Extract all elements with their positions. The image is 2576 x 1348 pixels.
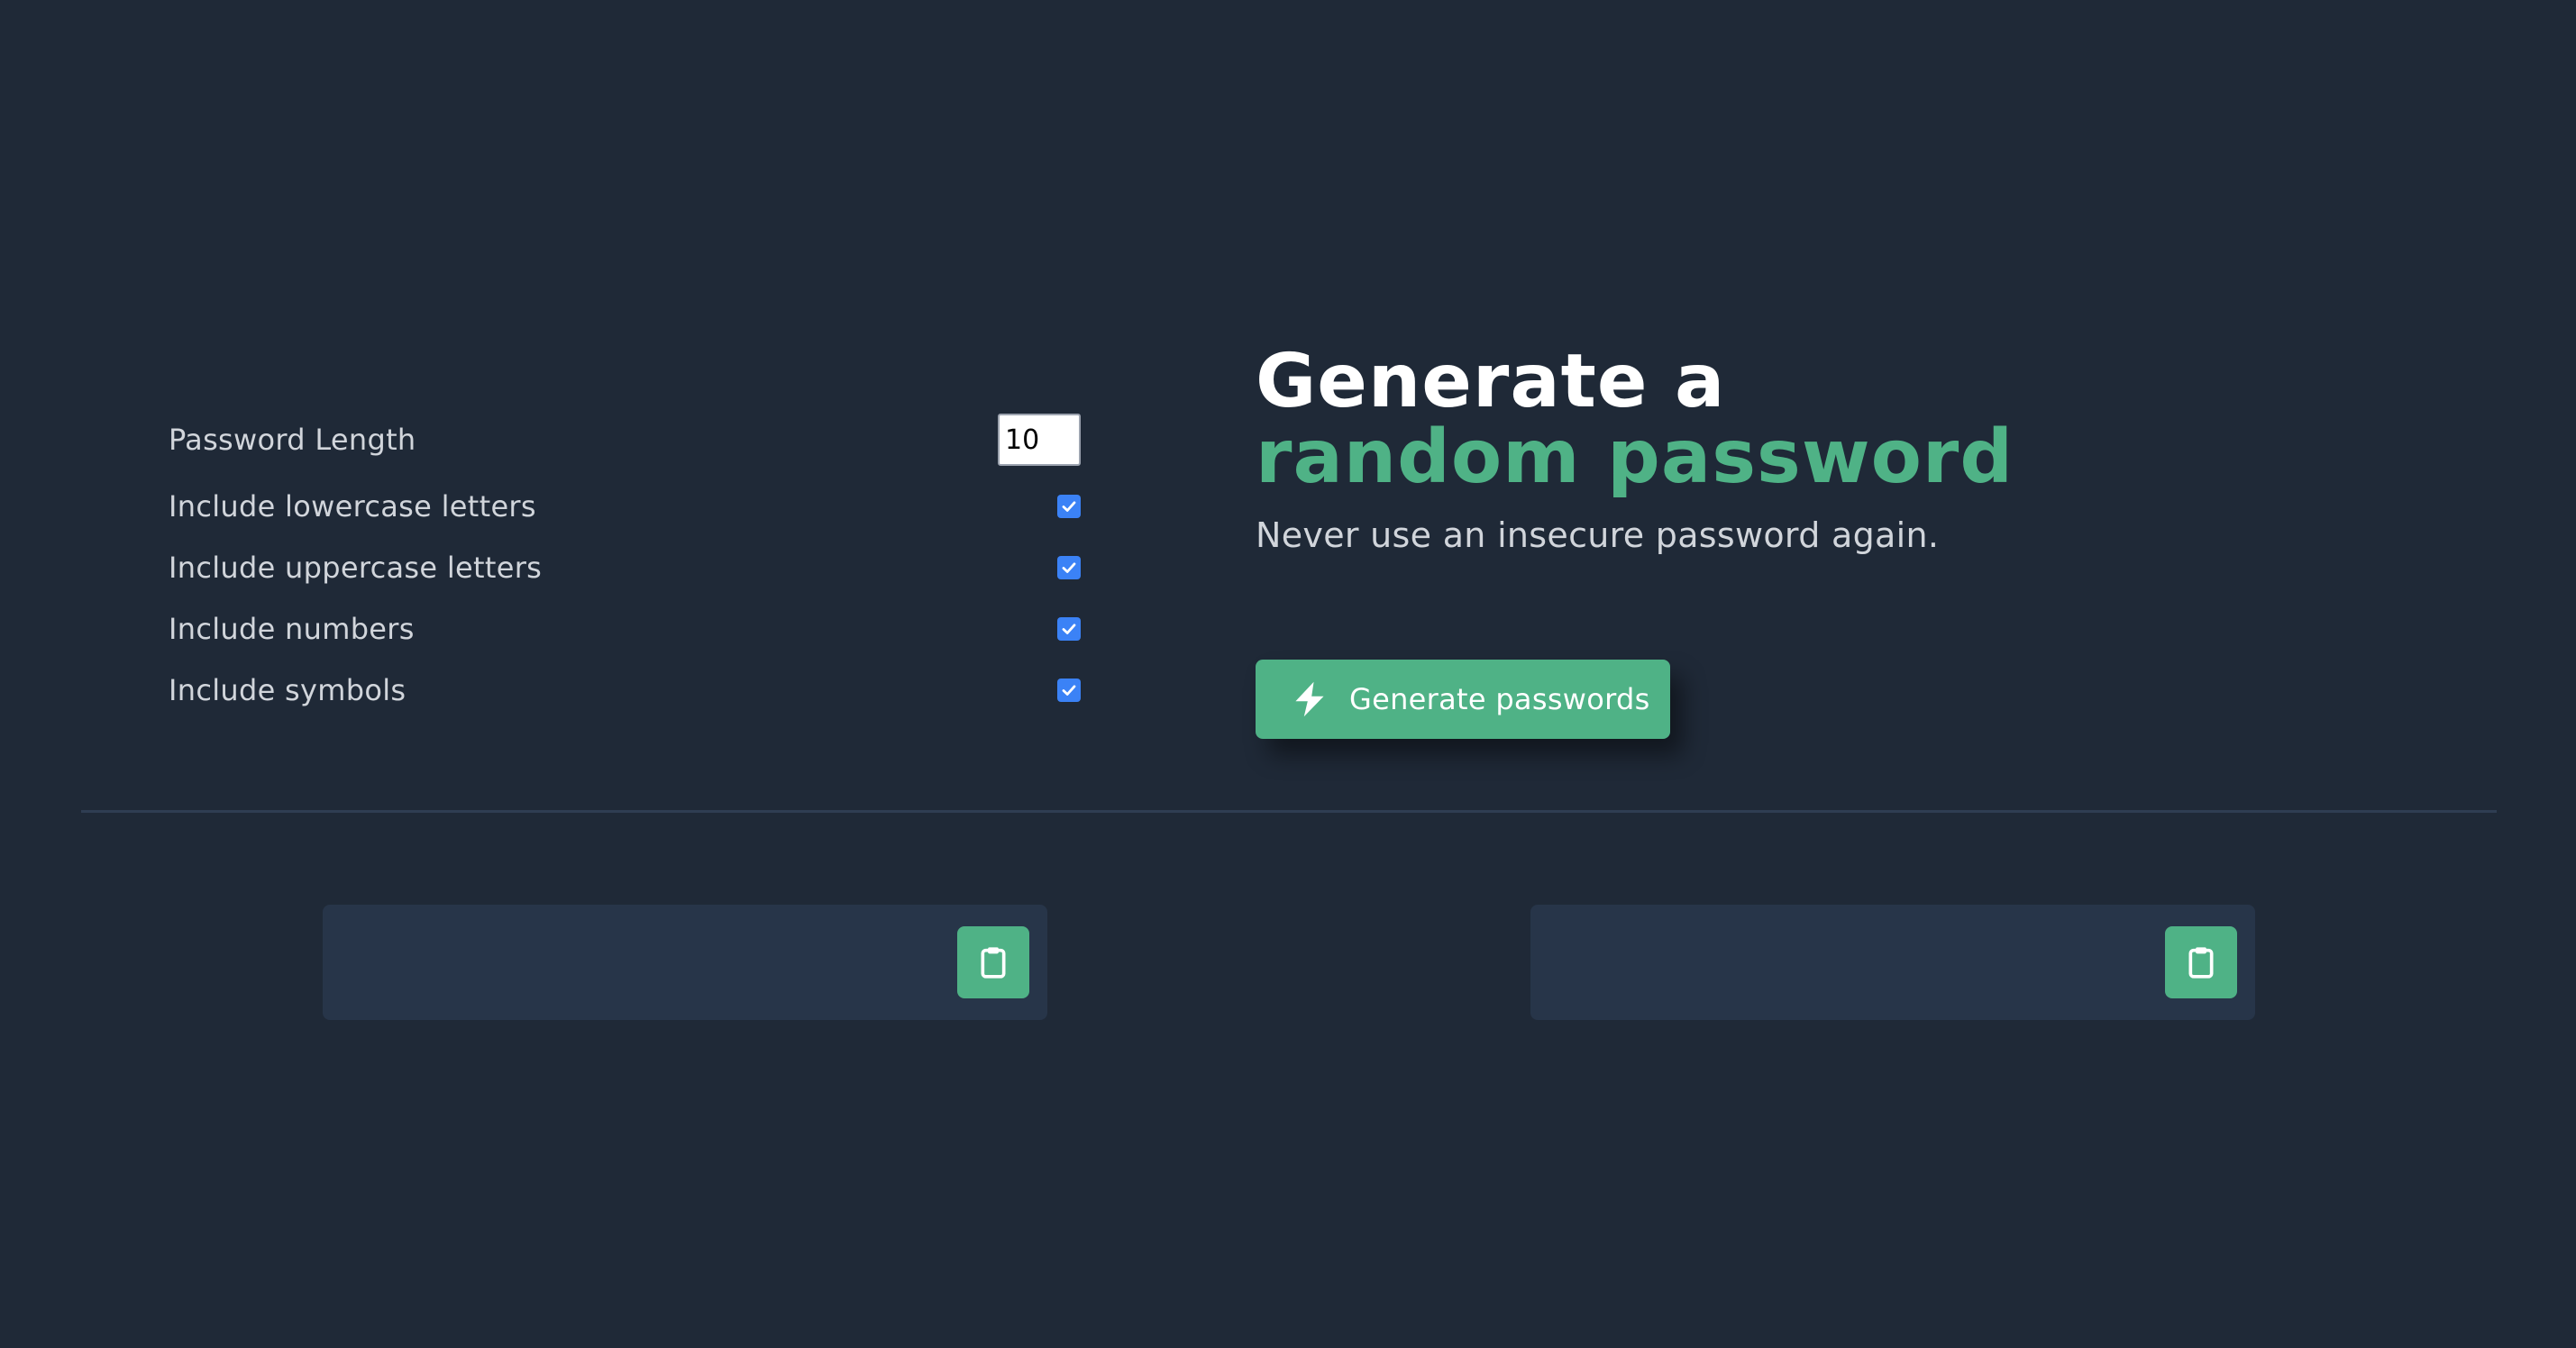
uppercase-checkbox[interactable]: [1057, 556, 1081, 579]
checkmark-icon: [1062, 685, 1076, 696]
generate-passwords-button[interactable]: Generate passwords: [1256, 660, 1670, 739]
option-label-symbols: Include symbols: [169, 673, 406, 707]
checkmark-icon: [1062, 501, 1076, 512]
password-output-2: [1530, 905, 2255, 1020]
hero-subtitle: Never use an insecure password again.: [1256, 515, 1940, 555]
hero-title-line1: Generate a: [1256, 339, 1726, 424]
option-label-uppercase: Include uppercase letters: [169, 551, 543, 585]
clipboard-icon: [2188, 947, 2214, 979]
divider: [81, 810, 2497, 813]
bolt-icon: [1295, 681, 1324, 717]
checkmark-icon: [1062, 624, 1076, 634]
option-row-symbols: Include symbols: [169, 663, 1081, 717]
password-length-label: Password Length: [169, 423, 416, 457]
checkmark-icon: [1062, 562, 1076, 573]
option-label-numbers: Include numbers: [169, 612, 415, 646]
symbols-checkbox[interactable]: [1057, 679, 1081, 702]
password-length-input[interactable]: [998, 414, 1081, 466]
option-row-uppercase: Include uppercase letters: [169, 541, 1081, 595]
hero-section: Generate a random password Never use an …: [1256, 339, 2014, 556]
option-row-lowercase: Include lowercase letters: [169, 479, 1081, 533]
numbers-checkbox[interactable]: [1057, 617, 1081, 641]
lowercase-checkbox[interactable]: [1057, 495, 1081, 518]
option-label-lowercase: Include lowercase letters: [169, 489, 536, 524]
copy-password-2-button[interactable]: [2165, 926, 2237, 998]
password-length-row: Password Length: [169, 413, 1081, 467]
generate-button-label: Generate passwords: [1349, 682, 1650, 716]
password-output-1: [323, 905, 1047, 1020]
hero-title-line2: random password: [1256, 414, 2014, 500]
copy-password-1-button[interactable]: [957, 926, 1029, 998]
clipboard-icon: [981, 947, 1006, 979]
option-row-numbers: Include numbers: [169, 602, 1081, 656]
